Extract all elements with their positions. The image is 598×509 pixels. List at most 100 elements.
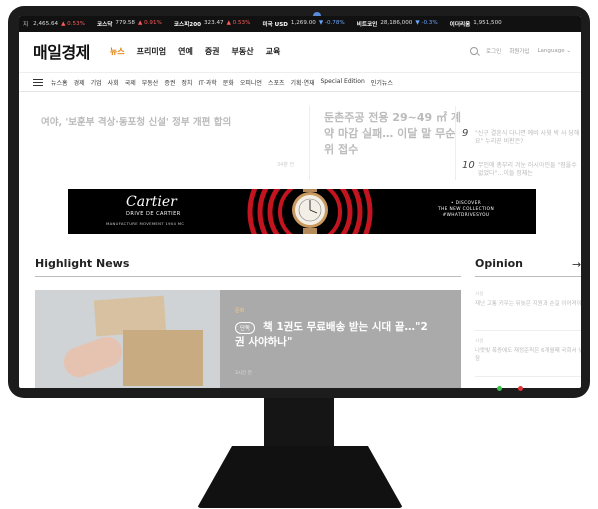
ad-subtitle: DRIVE DE CARTIER (126, 211, 181, 217)
ad-discover-text: • DISCOVER THE NEW COLLECTION #WHATDRIVE… (438, 201, 494, 219)
opinion-text: 재난 고통 키우는 뒤늦은 지원과 손길 이어져야 (475, 301, 581, 307)
sub-nav: 뉴스홈 경제 기업 사회 국제 부동산 증권 정치 IT·과학 문화 오피니언 스포츠 기획·연재 Spe… (19, 72, 581, 92)
sub-nav-item[interactable]: 증권 (164, 78, 175, 87)
ticker-change-up: ▲ 0.91% (138, 20, 162, 28)
ticker-change-up: ▲ 0.53% (61, 21, 85, 27)
ticker-change-value: 0.53% (67, 21, 85, 27)
ranked-news-item[interactable]: 9 "신구 결혼식 다니면 예비 사윗 박 사 당해요" 누리꾼 비판은? (462, 129, 581, 146)
site-header: 매일경제 뉴스 프리미엄 연예 증권 부동산 교육 로그인 회원가입 Language ⌄ (19, 32, 581, 70)
power-led (497, 386, 502, 391)
sub-nav-item[interactable]: 경제 (74, 78, 85, 87)
highlight-time: 3시간 전 (235, 371, 252, 376)
sub-nav-item[interactable]: 정치 (181, 78, 192, 87)
main-nav-item[interactable]: 교육 (266, 46, 281, 57)
sub-nav-item[interactable]: 부동산 (142, 78, 159, 87)
market-ticker: 지 2,465.64 ▲ 0.53% 코스닥 779.58 ▲ 0.91% 코스피200 32… (19, 16, 581, 32)
sub-nav-item[interactable]: Special Edition (321, 78, 365, 87)
opinion-category: 사설 (475, 292, 484, 297)
sub-nav-item[interactable]: 문화 (223, 78, 234, 87)
second-headline[interactable]: 둔촌주공 전용 29∼49 ㎡ 계약 마감 실패… 이달 말 무순위 접수 (324, 110, 464, 158)
ticker-item[interactable]: 코스닥 779.58 ▲ 0.91% (97, 20, 162, 28)
divider (455, 106, 456, 180)
ticker-change-up: ▲ 0.53% (227, 20, 251, 28)
language-select[interactable]: Language ⌄ (537, 48, 571, 54)
ticker-value: 2,465.64 (33, 21, 59, 27)
main-nav: 뉴스 프리미엄 연예 증권 부동산 교육 (110, 46, 280, 57)
ticker-item[interactable]: 미국 USD 1,269.00 ▼ -0.78% (262, 20, 344, 28)
sub-nav-item[interactable]: 오피니언 (240, 78, 262, 87)
ranked-news-item[interactable]: 10 무인에 총부리 겨눈 러시아인들 "점을수 없었다"…이들 정체는 (462, 160, 581, 178)
sub-nav-item[interactable]: 국제 (125, 78, 136, 87)
top-headline[interactable]: 여야, '보훈부 격상·동포청 신설' 정부 개편 합의 (41, 114, 231, 128)
divider (475, 330, 581, 331)
opinion-text: 나랏빚 폭증에도 재정준칙은 6개월째 국회서 낮잠 (475, 348, 581, 362)
ticker-first-label: 지 (23, 22, 29, 28)
highlight-photo (35, 290, 220, 388)
divider (475, 376, 581, 377)
main-nav-item[interactable]: 연예 (178, 46, 193, 57)
highlight-news-title: Highlight News (35, 257, 130, 270)
chevron-down-icon: ⌄ (566, 48, 571, 54)
site-logo[interactable]: 매일경제 (33, 39, 90, 63)
highlight-category: 문화 (235, 308, 245, 314)
ticker-change-value: -0.3% (421, 20, 438, 26)
status-leds (497, 386, 523, 391)
rank-text: 무인에 총부리 겨눈 러시아인들 "점을수 없었다"…이들 정체는 (478, 162, 577, 177)
main-nav-item[interactable]: 부동산 (232, 46, 254, 57)
ticker-name: 비트코인 (356, 22, 378, 28)
ticker-value: 28,186,000 (380, 20, 413, 26)
opinion-item[interactable]: 사설 나랏빚 폭증에도 재정준칙은 6개월째 국회서 낮잠 (475, 338, 581, 363)
opinion-category: 사설 (475, 339, 484, 344)
main-nav-item[interactable]: 뉴스 (110, 46, 125, 57)
monitor-stand-base (197, 446, 403, 508)
sub-nav-item[interactable]: 기업 (91, 78, 102, 87)
top-news: 여야, '보훈부 격상·동포청 신설' 정부 개편 합의 34분 전 둔촌주공 … (19, 96, 581, 186)
divider (35, 276, 461, 277)
ticker-value: 1,269.00 (290, 20, 316, 26)
ticker-change-down: ▼ -0.3% (415, 20, 437, 28)
ticker-item[interactable]: 이더리움 1,951,500 (450, 20, 502, 28)
exclusive-badge: 단독 (235, 322, 256, 334)
main-nav-item[interactable]: 증권 (205, 46, 220, 57)
ad-discover-line: #WHATDRIVESYOU (442, 213, 490, 218)
main-nav-item[interactable]: 프리미엄 (137, 46, 166, 57)
divider (309, 106, 310, 180)
ticker-value: 779.58 (115, 20, 135, 26)
highlight-card[interactable]: 문화 책 1권도 무료배송 받는 시대 끝…"2권 사야하나" 단독 3시간 전 (35, 290, 461, 388)
login-link[interactable]: 로그인 (486, 47, 501, 55)
sub-nav-item[interactable]: 기획·연재 (291, 78, 315, 87)
arrow-right-icon[interactable]: → (572, 258, 581, 271)
opinion-item[interactable]: 사설 재난 고통 키우는 뒤늦은 지원과 손길 이어져야 (475, 291, 581, 308)
menu-icon[interactable] (33, 78, 43, 86)
divider (475, 276, 581, 277)
ticker-name: 코스닥 (96, 22, 113, 28)
top-headline-time: 34분 전 (277, 162, 295, 168)
ticker-name: 코스피200 (173, 22, 201, 28)
search-icon[interactable] (470, 47, 479, 55)
ticker-change-down: ▼ -0.78% (319, 20, 345, 28)
highlight-headline[interactable]: 책 1권도 무료배송 받는 시대 끝…"2권 사야하나" (235, 320, 435, 350)
ticker-value: 1,951,500 (473, 20, 502, 26)
sub-nav-item[interactable]: 스포츠 (268, 78, 285, 87)
ad-brand: Cartier (126, 194, 177, 210)
header-utils: 로그인 회원가입 Language ⌄ (470, 47, 571, 55)
ticker-item[interactable]: 코스피200 323.47 ▲ 0.53% (174, 20, 251, 28)
ticker-item[interactable]: 비트코인 28,186,000 ▼ -0.3% (357, 20, 438, 28)
browser-screen: 지 2,465.64 ▲ 0.53% 코스닥 779.58 ▲ 0.91% 코스피200 32… (19, 16, 581, 388)
rank-text: "신구 결혼식 다니면 예비 사윗 박 사 당해요" 누리꾼 비판은? (475, 130, 580, 145)
sub-nav-item[interactable]: 인기뉴스 (371, 78, 393, 87)
status-led (518, 386, 523, 391)
ticker-value: 323.47 (203, 20, 224, 26)
watch-image (247, 189, 373, 234)
cartier-ad-banner[interactable]: Cartier DRIVE DE CARTIER MANUFACTURE MOV… (68, 189, 536, 234)
ticker-item[interactable]: 2,465.64 ▲ 0.53% (33, 21, 85, 27)
opinion-title[interactable]: Opinion (475, 257, 523, 270)
ticker-change-value: 0.91% (144, 20, 162, 26)
sub-nav-item[interactable]: 뉴스홈 (51, 78, 68, 87)
ad-manufacture: MANUFACTURE MOVEMENT 1904 MC (106, 221, 185, 226)
ticker-name: 미국 USD (262, 22, 288, 28)
sub-nav-item[interactable]: 사회 (108, 78, 119, 87)
rank-number: 10 (462, 160, 475, 171)
signup-link[interactable]: 회원가입 (509, 47, 529, 55)
sub-nav-item[interactable]: IT·과학 (198, 78, 216, 87)
